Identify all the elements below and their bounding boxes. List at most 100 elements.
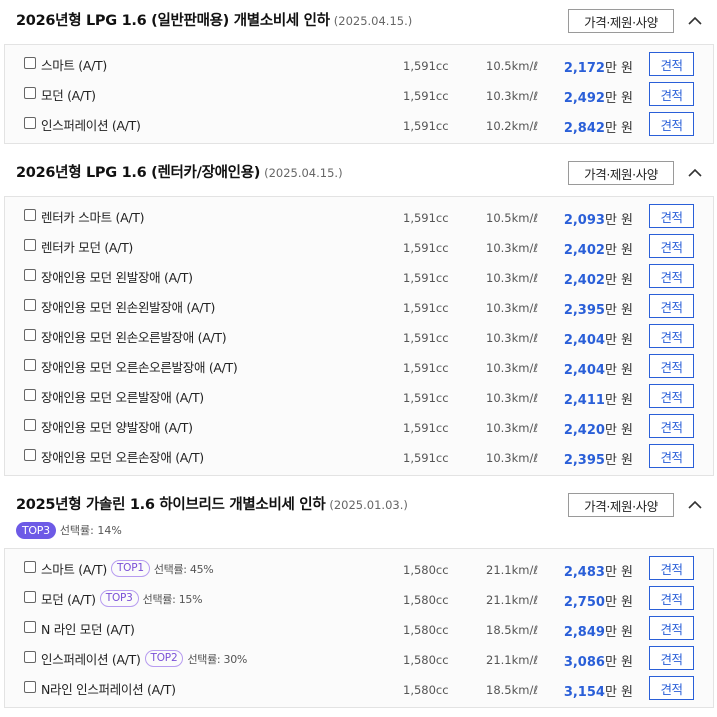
trim-checkbox[interactable]	[24, 117, 36, 129]
fuel-efficiency: 18.5km/ℓ	[486, 623, 539, 637]
fuel-efficiency: 10.2km/ℓ	[486, 119, 539, 133]
displacement: 1,580cc	[403, 653, 449, 667]
displacement: 1,591cc	[403, 361, 449, 375]
quote-button[interactable]: 견적	[649, 676, 694, 700]
quote-button[interactable]: 견적	[649, 646, 694, 670]
section-title: 2026년형 LPG 1.6 (일반판매용) 개별소비세 인하 (2025.04.…	[16, 9, 412, 30]
trim-name-text: 모던 (A/T)	[41, 592, 96, 607]
price-unit: 만 원	[604, 61, 633, 76]
price-value: 2,395	[563, 303, 605, 318]
section-header: 2025년형 가솔린 1.6 하이브리드 개별소비세 인하 (2025.01.03…	[0, 484, 717, 548]
trim-price: 2,402만 원	[564, 239, 633, 258]
trim-checkbox[interactable]	[24, 591, 36, 603]
trim-checkbox[interactable]	[24, 329, 36, 341]
quote-button[interactable]: 견적	[649, 294, 694, 318]
chevron-up-icon[interactable]	[686, 496, 704, 514]
section-popularity: TOP3 선택률: 14%	[16, 521, 122, 539]
price-spec-button[interactable]: 가격·제원·사양	[568, 493, 674, 517]
quote-button[interactable]: 견적	[649, 384, 694, 408]
price-value: 3,154	[563, 685, 605, 700]
quote-button[interactable]: 견적	[649, 234, 694, 258]
price-value: 2,420	[563, 423, 605, 438]
trim-price: 2,420만 원	[564, 419, 633, 438]
price-spec-button[interactable]: 가격·제원·사양	[568, 9, 674, 33]
trim-checkbox[interactable]	[24, 419, 36, 431]
trim-checkbox[interactable]	[24, 389, 36, 401]
trim-checkbox[interactable]	[24, 299, 36, 311]
chevron-up-icon[interactable]	[686, 164, 704, 182]
section-title: 2025년형 가솔린 1.6 하이브리드 개별소비세 인하 (2025.01.03…	[16, 493, 408, 514]
quote-button[interactable]: 견적	[649, 616, 694, 640]
displacement: 1,580cc	[403, 683, 449, 697]
displacement: 1,591cc	[403, 241, 449, 255]
trim-name-text: 장애인용 모던 왼손왼발장애 (A/T)	[41, 300, 216, 315]
trim-checkbox[interactable]	[24, 681, 36, 693]
displacement: 1,591cc	[403, 451, 449, 465]
displacement: 1,591cc	[403, 331, 449, 345]
trim-row: 렌터카 스마트 (A/T) 1,591cc 10.5km/ℓ 2,093만 원 견적	[5, 201, 713, 231]
trim-checkbox[interactable]	[24, 209, 36, 221]
quote-button[interactable]: 견적	[649, 324, 694, 348]
trim-table: 렌터카 스마트 (A/T) 1,591cc 10.5km/ℓ 2,093만 원 견적 렌터…	[4, 196, 714, 476]
trim-name-text: 모던 (A/T)	[41, 88, 96, 103]
trim-price: 2,750만 원	[564, 591, 633, 610]
price-unit: 만 원	[604, 91, 633, 106]
price-spec-button[interactable]: 가격·제원·사양	[568, 161, 674, 185]
trim-price: 2,404만 원	[564, 359, 633, 378]
trim-name: 장애인용 모던 왼손왼발장애 (A/T)	[41, 297, 215, 316]
trim-checkbox[interactable]	[24, 87, 36, 99]
trim-name: 모던 (A/T) TOP3 선택률: 15%	[41, 589, 203, 608]
fuel-efficiency: 10.3km/ℓ	[486, 241, 539, 255]
trim-name-text: 렌터카 모던 (A/T)	[41, 240, 133, 255]
trim-table: 스마트 (A/T) TOP1 선택률: 45% 1,580cc 21.1km/ℓ 2,48…	[4, 548, 714, 708]
trim-name: N 라인 모던 (A/T)	[41, 619, 135, 638]
trim-row: 장애인용 모던 오른발장애 (A/T) 1,591cc 10.3km/ℓ 2,411만…	[5, 381, 713, 411]
section-title-text: 2026년형 LPG 1.6 (렌터카/장애인용)	[16, 165, 261, 181]
trim-name: 모던 (A/T)	[41, 85, 96, 104]
trim-price: 2,483만 원	[564, 561, 633, 580]
price-unit: 만 원	[604, 363, 633, 378]
trim-table: 스마트 (A/T) 1,591cc 10.5km/ℓ 2,172만 원 견적 모던 (A/…	[4, 44, 714, 144]
trim-checkbox[interactable]	[24, 561, 36, 573]
trim-checkbox[interactable]	[24, 651, 36, 663]
trim-row: 장애인용 모던 왼발장애 (A/T) 1,591cc 10.3km/ℓ 2,402만 …	[5, 261, 713, 291]
trim-checkbox[interactable]	[24, 449, 36, 461]
displacement: 1,591cc	[403, 421, 449, 435]
trim-section: 2026년형 LPG 1.6 (일반판매용) 개별소비세 인하 (2025.04.…	[0, 0, 717, 152]
fuel-efficiency: 10.5km/ℓ	[486, 211, 539, 225]
quote-button[interactable]: 견적	[649, 586, 694, 610]
fuel-efficiency: 10.5km/ℓ	[486, 59, 539, 73]
chevron-up-icon[interactable]	[686, 12, 704, 30]
trim-checkbox[interactable]	[24, 239, 36, 251]
trim-name: 인스퍼레이션 (A/T)	[41, 115, 141, 134]
trim-name: 장애인용 모던 양발장애 (A/T)	[41, 417, 193, 436]
quote-button[interactable]: 견적	[649, 112, 694, 136]
trim-row: 스마트 (A/T) TOP1 선택률: 45% 1,580cc 21.1km/ℓ 2,48…	[5, 553, 713, 583]
trim-row: 모던 (A/T) TOP3 선택률: 15% 1,580cc 21.1km/ℓ 2,750…	[5, 583, 713, 613]
quote-button[interactable]: 견적	[649, 52, 694, 76]
price-value: 2,402	[563, 243, 605, 258]
trim-checkbox[interactable]	[24, 359, 36, 371]
quote-button[interactable]: 견적	[649, 556, 694, 580]
price-unit: 만 원	[604, 333, 633, 348]
trim-row: 렌터카 모던 (A/T) 1,591cc 10.3km/ℓ 2,402만 원 견적	[5, 231, 713, 261]
fuel-efficiency: 10.3km/ℓ	[486, 89, 539, 103]
trim-row: 장애인용 모던 양발장애 (A/T) 1,591cc 10.3km/ℓ 2,420만 …	[5, 411, 713, 441]
trim-checkbox[interactable]	[24, 621, 36, 633]
fuel-efficiency: 21.1km/ℓ	[486, 593, 539, 607]
quote-button[interactable]: 견적	[649, 444, 694, 468]
quote-button[interactable]: 견적	[649, 264, 694, 288]
quote-button[interactable]: 견적	[649, 414, 694, 438]
section-header: 2026년형 LPG 1.6 (일반판매용) 개별소비세 인하 (2025.04.…	[0, 0, 717, 44]
displacement: 1,591cc	[403, 301, 449, 315]
section-header: 2026년형 LPG 1.6 (렌터카/장애인용) (2025.04.15.) 가격…	[0, 152, 717, 196]
quote-button[interactable]: 견적	[649, 204, 694, 228]
price-unit: 만 원	[604, 685, 633, 700]
trim-checkbox[interactable]	[24, 269, 36, 281]
trim-checkbox[interactable]	[24, 57, 36, 69]
trim-section: 2025년형 가솔린 1.6 하이브리드 개별소비세 인하 (2025.01.03…	[0, 484, 717, 716]
quote-button[interactable]: 견적	[649, 82, 694, 106]
quote-button[interactable]: 견적	[649, 354, 694, 378]
